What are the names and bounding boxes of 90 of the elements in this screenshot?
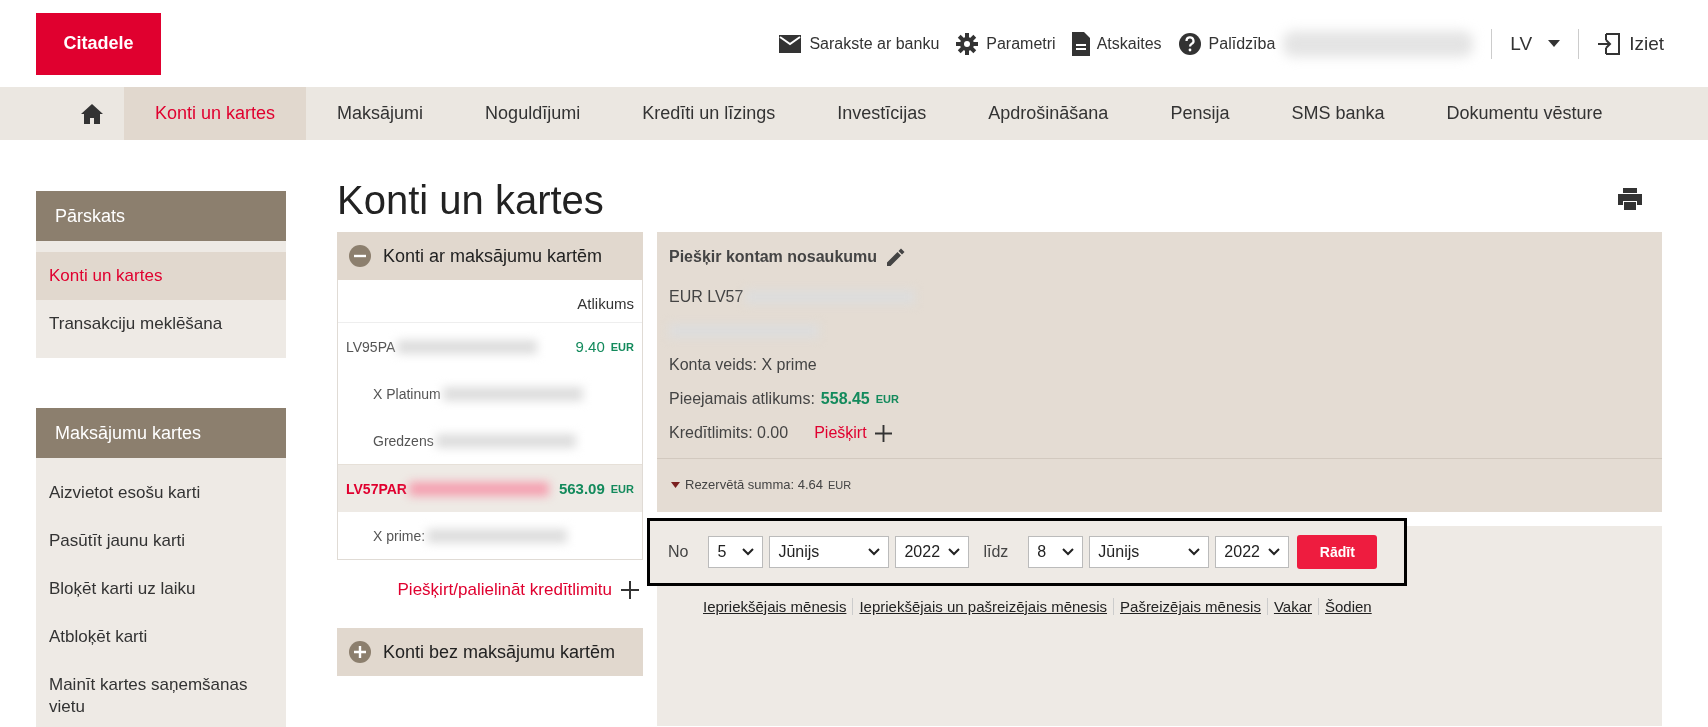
header-link[interactable]: Palīdzība [1177,31,1276,56]
period-link[interactable]: Iepriekšējais mēnesis [697,598,853,615]
available-balance-label: Pieejamais atlikums: [669,390,815,408]
credit-limit-link[interactable]: Piešķirt/palielināt kredītlimitu [397,580,612,600]
sidebar-item[interactable]: Bloķēt karti uz laiku [36,565,286,613]
period-link[interactable]: Vakar [1266,598,1318,615]
nav-tab[interactable]: Investīcijas [806,87,958,140]
caret-icon[interactable] [671,481,680,488]
period-link[interactable]: Šodien [1318,598,1378,615]
sidebar-item[interactable]: Transakciju meklēšana [36,300,286,348]
group-title: Konti bez maksājumu kartēm [383,641,616,663]
chevron-icon [1188,548,1201,556]
settings-icon [955,31,980,56]
document-icon [1071,31,1090,56]
day-select[interactable]: 8 [1028,536,1084,568]
nav-tab[interactable]: Noguldījumi [454,87,612,140]
chevron-icon [948,548,961,556]
bank-logo[interactable]: Citadele [36,12,161,75]
group-title: Konti ar maksājumu kartēm [383,245,603,267]
account-number: EUR LV57 [669,288,744,306]
sidebar-item[interactable]: Mainīt kartes saņemšanas vietu [36,661,286,727]
chevron-icon [868,548,881,556]
day-select[interactable]: 5 [708,536,764,568]
card-row[interactable]: X prime: [338,512,642,559]
header-link[interactable]: Sarakste ar banku [778,33,940,54]
nav-tab[interactable]: Pensija [1139,87,1261,140]
card-row[interactable]: X Platinum [338,370,642,417]
header-link[interactable]: Atskaites [1071,31,1162,56]
nav-tab[interactable]: Kredīti un līzings [611,87,807,140]
account-row[interactable]: LV95PA 9.40 EUR [338,323,642,370]
currency-label: EUR [828,478,852,491]
currency-label: EUR [875,393,899,405]
year-select[interactable]: 2022 [1215,536,1290,568]
account-number: LV57PAR [346,480,407,497]
nav-tab[interactable]: Konti un kartes [124,87,307,140]
account-group-header[interactable]: Konti ar maksājumu kartēm [337,232,643,280]
sidebar-item[interactable]: Atbloķēt karti [36,613,286,661]
card-row[interactable]: Gredzens [338,417,642,464]
nav-tab[interactable]: Apdrošināšana [957,87,1140,140]
column-header: Atlikums [577,295,634,312]
balance-amount: 9.40 [575,338,605,355]
plus-icon[interactable] [874,424,892,442]
card-name: X prime: [373,527,426,544]
nav-tab[interactable]: SMS banka [1260,87,1416,140]
header-link[interactable]: Parametri [955,31,1056,56]
currency-label: EUR [610,340,634,353]
help-icon [1177,31,1202,56]
show-button[interactable]: Rādīt [1297,535,1378,569]
nav-tab[interactable]: Maksājumi [306,87,455,140]
print-icon[interactable] [1618,188,1642,210]
account-type: Konta veids: X prime [669,356,817,374]
chevron-icon [742,548,755,556]
sidebar-item[interactable]: Aizvietot esošu karti [36,469,286,517]
balance-amount: 563.09 [558,480,605,497]
currency-label: EUR [610,482,634,495]
chevron-icon [1062,548,1075,556]
to-label: līdz [983,543,1009,561]
logout-icon [1597,32,1622,55]
credit-limit: Kredītlimits: 0.00 [669,424,789,442]
assign-link[interactable]: Piešķirt [814,424,867,442]
account-row[interactable]: LV57PAR 563.09 EUR [338,464,642,512]
available-balance: 558.45 [820,390,870,408]
caret-icon [1548,40,1561,47]
toggle-icon [349,641,371,663]
sidebar-heading: Maksājumu kartes [36,408,286,458]
home-icon [81,103,103,124]
sidebar-item[interactable]: Konti un kartes [36,252,286,300]
mail-icon [778,33,803,54]
reserved-amount: Rezervētā summa: 4.64 [685,477,823,492]
logout-link[interactable]: Iziet [1597,32,1664,55]
sidebar-item[interactable]: Pasūtīt jaunu karti [36,517,286,565]
plus-icon[interactable] [621,581,639,599]
card-name: Gredzens [373,432,434,449]
year-select[interactable]: 2022 [895,536,970,568]
from-label: No [668,543,689,561]
toggle-icon [349,245,371,267]
account-name-title: Piešķir kontam nosaukumu [669,248,878,266]
page-title: Konti un kartes [337,178,604,223]
period-link[interactable]: Iepriekšējais un pašreizējais mēnesis [852,598,1114,615]
chevron-icon [1268,548,1281,556]
sidebar-heading: Pārskats [36,191,286,241]
period-link[interactable]: Pašreizējais mēnesis [1113,598,1267,615]
nav-tab[interactable]: Dokumentu vēsture [1415,87,1634,140]
card-name: X Platinum [373,385,441,402]
month-select[interactable]: Jūnijs [1089,536,1210,568]
account-group-header[interactable]: Konti bez maksājumu kartēm [337,628,643,676]
account-number: LV95PA [346,338,396,355]
month-select[interactable]: Jūnijs [769,536,890,568]
language-select[interactable]: LV [1510,32,1561,55]
pencil-icon[interactable] [887,248,906,266]
